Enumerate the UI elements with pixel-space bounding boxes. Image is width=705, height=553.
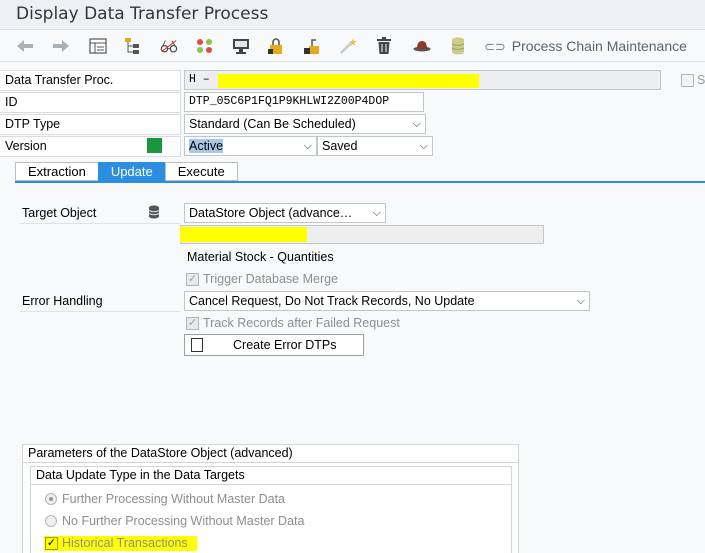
chevron-down-icon: ⌵ xyxy=(303,140,312,152)
magic-wand-icon[interactable] xyxy=(339,37,357,55)
database-icon xyxy=(148,205,160,222)
glasses-icon[interactable] xyxy=(160,37,178,55)
side-checkbox[interactable] xyxy=(681,74,694,87)
trash-icon[interactable] xyxy=(375,37,393,55)
divider xyxy=(20,223,180,224)
lock-icon[interactable] xyxy=(267,37,285,55)
dtp-type-label: DTP Type xyxy=(0,114,181,135)
dtp-type-value: Standard (Can Be Scheduled) xyxy=(189,117,356,131)
dtp-value: H – xyxy=(189,73,210,86)
track-records-checkbox[interactable]: ✓ xyxy=(186,317,199,330)
radio-further-processing[interactable] xyxy=(45,493,57,505)
chevron-down-icon: ⌵ xyxy=(419,140,428,152)
params-title: Parameters of the DataStore Object (adva… xyxy=(28,446,293,460)
chevron-down-icon: ⌵ xyxy=(372,207,381,219)
side-checkbox-label: Sa xyxy=(697,73,705,87)
chain-link-icon: ⊂⊃ xyxy=(484,39,506,54)
version-select[interactable]: Active ⌵ xyxy=(184,136,317,156)
id-field: DTP_05C6P1FQ1P9KHLWI2Z00P4DOP xyxy=(184,92,424,112)
radio-no-further-processing[interactable] xyxy=(45,515,57,527)
tab-underline xyxy=(15,181,705,183)
divider xyxy=(23,462,518,463)
id-label: ID xyxy=(0,92,181,113)
target-object-select[interactable]: DataStore Object (advance… ⌵ xyxy=(184,203,386,223)
track-records-label: Track Records after Failed Request xyxy=(203,316,400,330)
dtp-label: Data Transfer Proc. xyxy=(0,70,181,91)
dots-icon[interactable] xyxy=(196,37,214,55)
details-icon[interactable] xyxy=(89,37,107,55)
main-content: Data Transfer Proc. H – Sa ID DTP_05C6P1… xyxy=(0,62,705,553)
tab-execute[interactable]: Execute xyxy=(164,162,238,181)
tab-strip: Extraction Update Execute xyxy=(15,162,238,182)
target-object-label: Target Object xyxy=(22,206,97,220)
target-object-value: DataStore Object (advance… xyxy=(189,206,353,220)
toolbar: ⊂⊃ Process Chain Maintenance xyxy=(0,30,705,62)
historical-checkbox[interactable]: ✓ xyxy=(45,537,58,550)
title-bar: Display Data Transfer Process xyxy=(0,0,705,30)
radio-further-label: Further Processing Without Master Data xyxy=(62,492,285,506)
chevron-down-icon: ⌵ xyxy=(576,295,585,307)
page-title: Display Data Transfer Process xyxy=(16,4,269,24)
target-description: Material Stock - Quantities xyxy=(187,250,334,264)
hat-icon[interactable] xyxy=(413,37,431,55)
version-status-value: Saved xyxy=(322,139,358,153)
id-value: DTP_05C6P1FQ1P9KHLWI2Z00P4DOP xyxy=(189,95,390,108)
chevron-down-icon: ⌵ xyxy=(412,118,421,130)
database-icon[interactable] xyxy=(449,37,467,55)
process-chain-maintenance-button[interactable]: ⊂⊃ Process Chain Maintenance xyxy=(484,38,687,55)
data-update-title: Data Update Type in the Data Targets xyxy=(36,468,245,482)
version-status-select[interactable]: Saved ⌵ xyxy=(317,136,433,156)
trigger-merge-checkbox[interactable]: ✓ xyxy=(186,273,199,286)
trigger-merge-label: Trigger Database Merge xyxy=(203,272,339,286)
redaction-highlight xyxy=(218,74,479,88)
back-arrow-icon[interactable] xyxy=(16,37,34,55)
error-handling-label: Error Handling xyxy=(22,294,103,308)
version-value: Active xyxy=(189,139,224,153)
dtp-type-select[interactable]: Standard (Can Be Scheduled) ⌵ xyxy=(184,114,426,134)
redaction-highlight xyxy=(180,227,307,242)
radio-no-further-label: No Further Processing Without Master Dat… xyxy=(62,514,305,528)
hierarchy-icon[interactable] xyxy=(124,37,142,55)
tab-extraction[interactable]: Extraction xyxy=(15,162,99,181)
divider xyxy=(20,311,180,312)
create-error-dtps-button[interactable]: Create Error DTPs xyxy=(184,334,364,356)
monitor-icon[interactable] xyxy=(232,37,250,55)
error-handling-select[interactable]: Cancel Request, Do Not Track Records, No… xyxy=(184,291,590,311)
document-icon xyxy=(191,338,203,352)
divider xyxy=(31,484,511,485)
tab-update[interactable]: Update xyxy=(97,162,166,181)
historical-label: Historical Transactions xyxy=(62,536,188,550)
process-chain-label: Process Chain Maintenance xyxy=(511,38,687,54)
error-handling-value: Cancel Request, Do Not Track Records, No… xyxy=(189,294,475,308)
version-status-icon xyxy=(147,138,162,153)
forward-arrow-icon[interactable] xyxy=(52,37,70,55)
transport-icon[interactable] xyxy=(303,37,321,55)
create-error-dtps-label: Create Error DTPs xyxy=(233,338,337,352)
